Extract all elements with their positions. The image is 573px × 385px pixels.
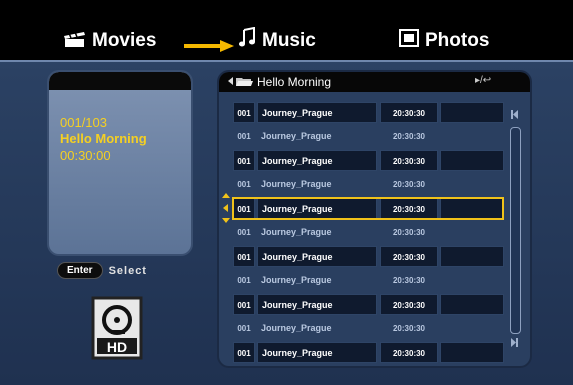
tab-movies-label: Movies xyxy=(92,30,157,51)
track-number: 001 xyxy=(233,246,255,267)
list-item[interactable]: 001 Journey_Prague 20:30:30 xyxy=(233,222,504,243)
track-name: Journey_Prague xyxy=(261,227,332,237)
list-item[interactable]: 001 Journey_Prague 20:30:30 xyxy=(233,294,504,315)
track-number: 001 xyxy=(237,180,251,189)
scroll-to-top-icon[interactable] xyxy=(510,109,519,120)
track-time: 20:30:30 xyxy=(392,276,426,285)
track-extra-cell xyxy=(440,270,504,291)
scroll-to-bottom-icon[interactable] xyxy=(510,337,519,348)
track-time: 20:30:30 xyxy=(380,150,438,171)
track-extra-cell xyxy=(440,150,504,171)
list-item[interactable]: 001 Journey_Prague 20:30:30 xyxy=(233,246,504,267)
selection-down-arrow-icon xyxy=(222,218,230,223)
list-item[interactable]: 001 Journey_Prague 20:30:30 xyxy=(233,174,504,195)
tab-music[interactable]: Music xyxy=(238,26,316,56)
hd-disk-icon: HD xyxy=(91,296,143,360)
track-time: 20:30:30 xyxy=(392,132,426,141)
media-browser-screen: Movies Music Photos 001/103 Hello Mornin… xyxy=(0,0,573,385)
tab-photos-label: Photos xyxy=(425,30,490,51)
back-arrow-icon[interactable] xyxy=(228,77,233,85)
track-name: Journey_Prague xyxy=(261,179,332,189)
track-extra-cell xyxy=(440,102,504,123)
track-time: 20:30:30 xyxy=(380,102,438,123)
track-extra-cell xyxy=(440,246,504,267)
now-playing-panel: 001/103 Hello Morning 00:30:00 xyxy=(47,70,193,256)
track-number: 001 xyxy=(233,150,255,171)
track-number: 001 xyxy=(237,228,251,237)
track-name: Journey_Prague xyxy=(257,342,377,363)
selection-left-arrow-icon xyxy=(223,204,228,212)
track-extra-cell xyxy=(440,222,504,243)
track-counter: 001/103 xyxy=(60,115,107,130)
music-note-icon xyxy=(238,26,256,55)
select-label: Select xyxy=(108,264,147,277)
svg-text:HD: HD xyxy=(107,339,127,355)
track-name: Journey_Prague xyxy=(261,323,332,333)
track-duration: 00:30:00 xyxy=(60,148,111,163)
track-number: 001 xyxy=(237,132,251,141)
folder-icon xyxy=(236,78,253,86)
track-time: 20:30:30 xyxy=(392,180,426,189)
list-item[interactable]: 001 Journey_Prague 20:30:30 xyxy=(233,270,504,291)
track-extra-cell xyxy=(440,342,504,363)
now-playing-panel-header xyxy=(49,72,191,90)
track-name: Journey_Prague xyxy=(257,150,377,171)
list-item[interactable]: 001 Journey_Prague 20:30:30 xyxy=(233,342,504,363)
camera-icon xyxy=(399,29,419,53)
select-hint: Enter Select xyxy=(57,262,147,279)
list-item[interactable]: 001 Journey_Prague 20:30:30 xyxy=(233,126,504,147)
track-time: 20:30:30 xyxy=(392,324,426,333)
track-extra-cell xyxy=(440,126,504,147)
arrow-right-icon xyxy=(184,40,234,52)
top-navigation-bar: Movies Music Photos xyxy=(0,0,573,60)
track-name: Journey_Prague xyxy=(261,131,332,141)
track-number: 001 xyxy=(237,276,251,285)
header-divider xyxy=(0,60,573,62)
track-extra-cell xyxy=(440,318,504,339)
track-extra-cell xyxy=(440,294,504,315)
enter-button[interactable]: Enter xyxy=(57,262,103,279)
track-time: 20:30:30 xyxy=(380,342,438,363)
selection-up-arrow-icon xyxy=(222,193,230,198)
list-item[interactable]: 001 Journey_Prague 20:30:30 xyxy=(233,150,504,171)
track-name: Journey_Prague xyxy=(257,294,377,315)
scrollbar[interactable] xyxy=(510,127,521,334)
track-number: 001 xyxy=(233,102,255,123)
clapperboard-icon xyxy=(62,28,86,54)
track-extra-cell xyxy=(440,174,504,195)
folder-title: Hello Morning xyxy=(257,75,332,89)
selection-highlight xyxy=(232,197,504,220)
list-item[interactable]: 001 Journey_Prague 20:30:30 xyxy=(233,318,504,339)
file-list-header: Hello Morning ▸/↩ xyxy=(219,72,530,92)
tab-music-label: Music xyxy=(262,30,316,51)
tab-photos[interactable]: Photos xyxy=(399,26,489,56)
track-number: 001 xyxy=(233,342,255,363)
track-name: Journey_Prague xyxy=(261,275,332,285)
track-time: 20:30:30 xyxy=(392,228,426,237)
play-return-hint: ▸/↩ xyxy=(475,75,492,86)
track-title: Hello Morning xyxy=(60,131,147,146)
track-name: Journey_Prague xyxy=(257,102,377,123)
track-number: 001 xyxy=(233,294,255,315)
tab-movies[interactable]: Movies xyxy=(62,26,156,56)
track-time: 20:30:30 xyxy=(380,294,438,315)
track-time: 20:30:30 xyxy=(380,246,438,267)
file-list-panel: Hello Morning ▸/↩ 001 Journey_Prague 20:30… xyxy=(217,70,532,368)
list-item[interactable]: 001 Journey_Prague 20:30:30 xyxy=(233,102,504,123)
track-name: Journey_Prague xyxy=(257,246,377,267)
track-number: 001 xyxy=(237,324,251,333)
